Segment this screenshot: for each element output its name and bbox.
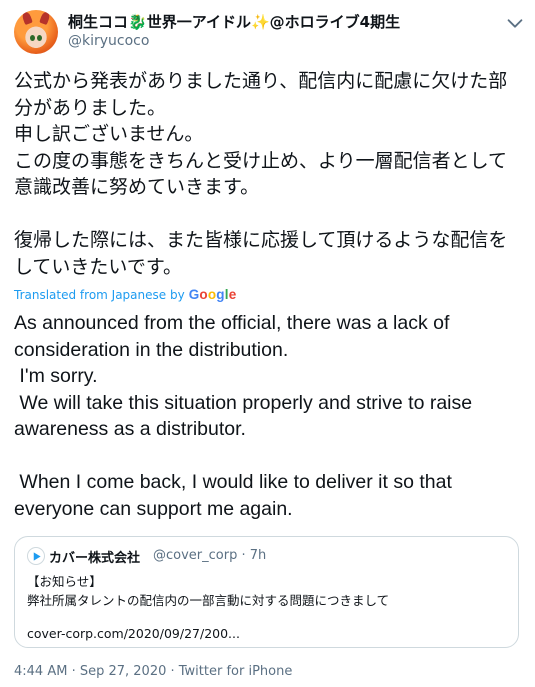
quoted-handle-time: @cover_corp · 7h [153,548,267,563]
avatar[interactable] [14,10,58,54]
quoted-avatar [27,547,45,565]
play-icon [33,552,41,561]
google-logo: Google [188,287,237,302]
more-icon[interactable] [504,12,526,34]
translation-attribution[interactable]: Translated from Japanese by Google [14,287,236,302]
translated-text: As announced from the official, there wa… [14,312,473,520]
tweet-timestamp[interactable]: 4:44 AM · Sep 27, 2020 · Twitter for iPh… [14,664,292,679]
sparkles-emoji: ✨ [250,13,270,31]
quoted-name: カバー株式会社 [49,551,141,566]
tweet-text: 公式から発表がありました通り、配信内に配慮に欠けた部分がありました。 申し訳ござ… [14,70,508,278]
quoted-text-line: 【お知らせ】 [27,574,102,589]
quoted-text-line: 弊社所属タレントの配信内の一部言動に対する問題につきまして [27,593,390,608]
author-handle[interactable]: @kiryucoco [68,33,149,49]
eye-icon [37,35,42,41]
quoted-link[interactable]: cover-corp.com/2020/09/27/200... [27,626,240,641]
eye-icon [30,35,35,41]
dragon-emoji: 🐉 [128,13,147,31]
horn-icon [39,10,51,26]
translated-label: Translated from Japanese by [14,287,185,302]
author-display-name[interactable]: 桐生ココ🐉世界一アイドル✨@ホロライブ4期生 [68,11,400,32]
quoted-tweet-card[interactable]: カバー株式会社 @cover_corp · 7h 【お知らせ】 弊社所属タレント… [14,536,519,648]
horn-icon [21,10,33,26]
